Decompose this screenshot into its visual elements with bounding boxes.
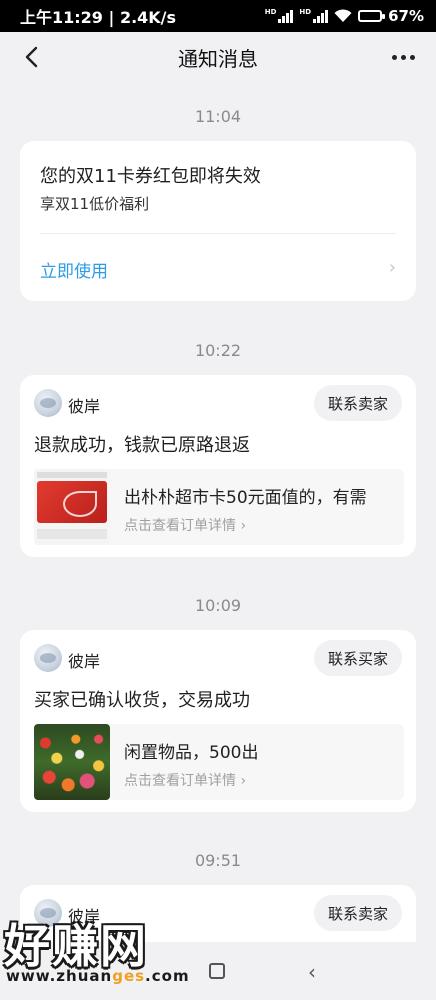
back-arrow-icon[interactable]: ‹: [308, 960, 316, 984]
watermark-url: www.zhuanges.com: [6, 967, 190, 985]
order-card[interactable]: 彼岸 联系买家 买家已确认收货，交易成功 闲置物品，500出 点击查看订单详情 …: [20, 630, 416, 812]
battery-percent: 67%: [388, 7, 424, 25]
timestamp: 10:22: [194, 341, 242, 360]
dot-icon: [400, 54, 406, 60]
item-title: 出朴朴超市卡50元面值的，有需: [124, 488, 367, 508]
page-title: 通知消息: [178, 46, 258, 71]
chevron-left-icon: [25, 46, 38, 68]
avatar[interactable]: [34, 644, 62, 672]
message-text: 退款成功，钱款已原路退返: [34, 435, 250, 456]
item-title: 闲置物品，500出: [124, 743, 259, 763]
nav-bar: 通知消息: [0, 32, 436, 82]
wifi-icon: [334, 9, 352, 22]
signal-icon: HD: [265, 9, 294, 23]
home-square-icon[interactable]: [209, 963, 225, 979]
message-text: 买家已确认收货，交易成功: [34, 690, 250, 711]
status-left: 上午11:29 | 2.4K/s: [20, 8, 177, 27]
order-card[interactable]: 彼岸 联系卖家 退款成功，钱款已原路退返 出朴朴超市卡50元面值的，有需 点击查…: [20, 375, 416, 557]
status-right: HD HD 67%: [265, 7, 424, 25]
contact-buyer-button[interactable]: 联系买家: [313, 640, 402, 676]
timestamp: 11:04: [194, 107, 242, 126]
order-item[interactable]: 闲置物品，500出 点击查看订单详情 ›: [34, 724, 404, 800]
network-speed: 2.4K/s: [119, 8, 177, 27]
status-bar: 上午11:29 | 2.4K/s HD HD 67%: [0, 0, 436, 32]
signal-icon-2: HD: [299, 9, 329, 23]
timestamp: 09:51: [194, 851, 242, 870]
order-details-link[interactable]: 点击查看订单详情 ›: [124, 770, 246, 790]
avatar[interactable]: [34, 389, 62, 417]
order-details-link[interactable]: 点击查看订单详情 ›: [124, 515, 246, 535]
chevron-right-icon: ›: [240, 518, 247, 534]
dot-icon: [409, 54, 415, 60]
item-thumbnail: [34, 469, 110, 545]
contact-seller-button[interactable]: 联系卖家: [313, 895, 402, 931]
dot-icon: [391, 54, 397, 60]
use-now-link[interactable]: 立即使用: [40, 257, 108, 282]
timestamp: 10:09: [194, 596, 242, 615]
promo-title: 您的双11卡券红包即将失效: [40, 166, 261, 187]
status-time: 上午11:29: [20, 8, 103, 27]
order-item[interactable]: 出朴朴超市卡50元面值的，有需 点击查看订单详情 ›: [34, 469, 404, 545]
chevron-right-icon: ›: [240, 773, 247, 789]
back-button[interactable]: [16, 42, 46, 72]
chevron-right-icon: ›: [388, 257, 396, 278]
contact-seller-button[interactable]: 联系卖家: [313, 385, 402, 421]
promo-card[interactable]: 您的双11卡券红包即将失效 享双11低价福利 立即使用 ›: [20, 141, 416, 301]
more-options-button[interactable]: [386, 42, 420, 72]
item-thumbnail: [34, 724, 110, 800]
battery-icon: [358, 10, 386, 22]
seller-name: 彼岸: [68, 397, 101, 416]
seller-name: 彼岸: [68, 652, 101, 671]
promo-subtitle: 享双11低价福利: [40, 195, 150, 213]
divider: [40, 233, 396, 234]
